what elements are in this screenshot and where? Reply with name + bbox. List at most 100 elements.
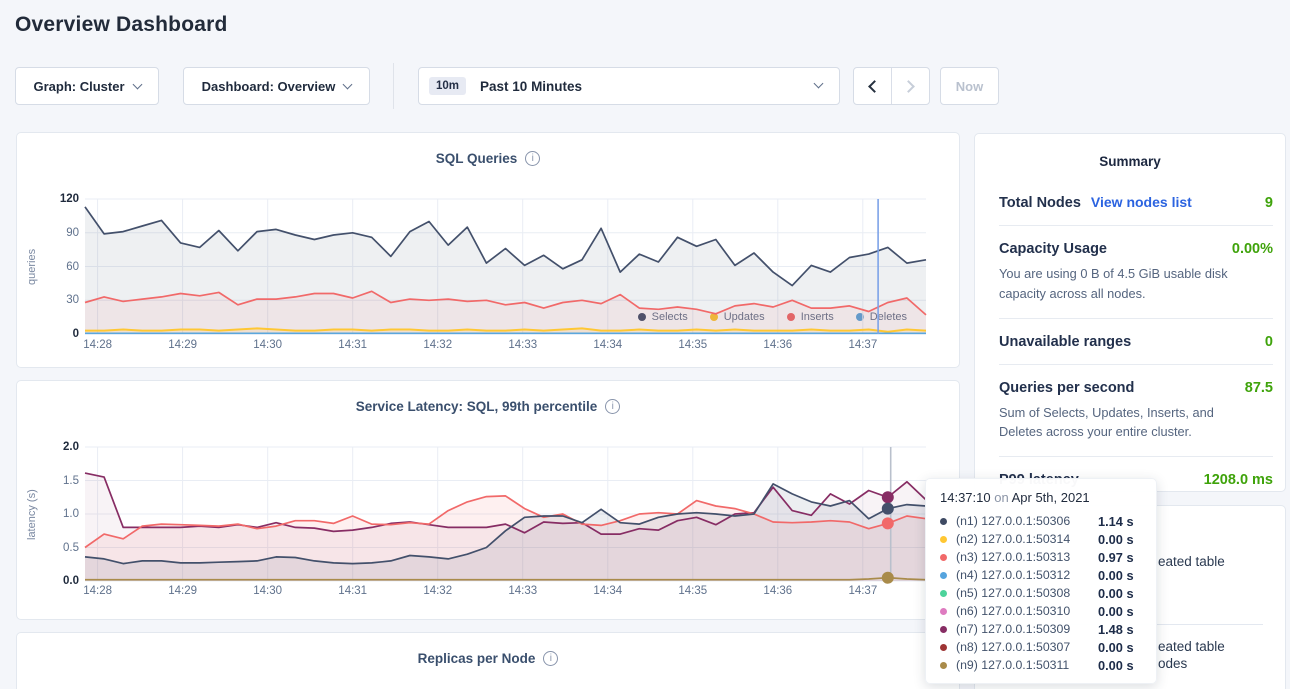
summary-description: You are using 0 B of 4.5 GiB usable disk… xyxy=(999,264,1273,304)
summary-value: 87.5 xyxy=(1245,380,1273,396)
y-tick-label: 0 xyxy=(73,328,79,340)
overview-dashboard-page: Overview Dashboard Graph: Cluster Dashbo… xyxy=(0,0,1290,689)
x-tick-label: 14:36 xyxy=(763,585,792,597)
tooltip-node-label: (n7) 127.0.0.1:50309 xyxy=(956,622,1070,636)
summary-value: 9 xyxy=(1265,195,1273,211)
summary-label: Queries per second xyxy=(999,380,1134,396)
event-text-fragment: odes xyxy=(1158,656,1187,671)
tooltip-row: (n6) 127.0.0.1:50310 0.00 s xyxy=(940,602,1144,620)
y-tick-label: 1.5 xyxy=(63,475,79,487)
tooltip-row: (n7) 127.0.0.1:503091.48 s xyxy=(940,620,1144,638)
replicas-per-node-card: Replicas per Node i xyxy=(16,632,960,689)
node-color-dot-icon xyxy=(940,626,947,633)
page-title: Overview Dashboard xyxy=(15,13,228,37)
chevron-down-icon xyxy=(343,80,353,90)
tooltip-node-value: 0.00 s xyxy=(1098,568,1134,583)
time-range-dropdown[interactable]: 10m Past 10 Minutes xyxy=(418,67,840,105)
time-step-button-group xyxy=(853,67,930,105)
tooltip-row: (n1) 127.0.0.1:503061.14 s xyxy=(940,512,1144,530)
node-color-dot-icon xyxy=(940,536,947,543)
y-tick-label: 90 xyxy=(66,227,79,239)
x-tick-label: 14:31 xyxy=(338,585,367,597)
tooltip-node-label: (n2) 127.0.0.1:50314 xyxy=(956,532,1070,546)
node-color-dot-icon xyxy=(940,608,947,615)
tooltip-node-label: (n6) 127.0.0.1:50310 xyxy=(956,604,1070,618)
sql-queries-title: SQL Queries xyxy=(436,151,518,166)
dashboard-selector-dropdown[interactable]: Dashboard: Overview xyxy=(183,67,370,105)
x-tick-label: 14:36 xyxy=(763,339,792,351)
x-tick-label: 14:29 xyxy=(168,585,197,597)
chevron-right-icon xyxy=(902,80,915,93)
tooltip-node-value: 0.00 s xyxy=(1098,532,1134,547)
toolbar-divider xyxy=(393,63,394,109)
tooltip-node-label: (n1) 127.0.0.1:50306 xyxy=(956,514,1070,528)
time-prev-button[interactable] xyxy=(854,68,891,104)
chevron-down-icon xyxy=(814,79,824,89)
info-icon[interactable]: i xyxy=(543,651,558,666)
sql-queries-chart[interactable] xyxy=(85,199,926,334)
tooltip-row: (n9) 127.0.0.1:503110.00 s xyxy=(940,656,1144,674)
x-tick-label: 14:35 xyxy=(678,585,707,597)
dashboard-selector-label: Dashboard: Overview xyxy=(202,79,336,94)
x-tick-label: 14:37 xyxy=(848,339,877,351)
graph-selector-label: Graph: Cluster xyxy=(33,79,124,94)
tooltip-node-label: (n9) 127.0.0.1:50311 xyxy=(956,658,1069,672)
tooltip-row: (n3) 127.0.0.1:503130.97 s xyxy=(940,548,1144,566)
y-tick-label: 0.5 xyxy=(63,542,79,554)
y-tick-label: 60 xyxy=(66,261,79,273)
x-tick-label: 14:32 xyxy=(423,339,452,351)
y-axis-tick-labels: 0306090120 xyxy=(35,199,79,334)
summary-panel: Summary Total Nodes View nodes list 9 Ca… xyxy=(974,133,1286,492)
tooltip-node-value: 0.97 s xyxy=(1098,550,1134,565)
info-icon[interactable]: i xyxy=(605,399,620,414)
view-nodes-list-link[interactable]: View nodes list xyxy=(1091,194,1192,210)
summary-label: Total Nodes xyxy=(999,195,1081,211)
y-tick-label: 120 xyxy=(60,193,79,205)
summary-row-queries-per-second: Queries per second 87.5 Sum of Selects, … xyxy=(999,365,1273,458)
now-button-disabled[interactable]: Now xyxy=(940,67,999,105)
summary-label: Unavailable ranges xyxy=(999,334,1131,350)
tooltip-node-value: 0.00 s xyxy=(1098,640,1134,655)
chart-hover-tooltip: 14:37:10 on Apr 5th, 2021 (n1) 127.0.0.1… xyxy=(925,478,1157,684)
summary-title: Summary xyxy=(975,134,1285,169)
node-color-dot-icon xyxy=(940,518,947,525)
x-tick-label: 14:30 xyxy=(253,339,282,351)
node-color-dot-icon xyxy=(940,644,947,651)
y-tick-label: 2.0 xyxy=(63,441,79,453)
node-color-dot-icon xyxy=(940,590,947,597)
graph-selector-dropdown[interactable]: Graph: Cluster xyxy=(15,67,159,105)
tooltip-node-label: (n8) 127.0.0.1:50307 xyxy=(956,640,1070,654)
summary-value: 1208.0 ms xyxy=(1204,472,1273,488)
y-tick-label: 1.0 xyxy=(63,508,79,520)
summary-value: 0 xyxy=(1265,334,1273,350)
service-latency-chart[interactable] xyxy=(85,447,926,581)
node-color-dot-icon xyxy=(940,554,947,561)
replicas-per-node-title: Replicas per Node xyxy=(418,651,536,666)
summary-row-capacity-usage: Capacity Usage 0.00% You are using 0 B o… xyxy=(999,226,1273,319)
x-tick-label: 14:35 xyxy=(678,339,707,351)
x-axis-tick-labels: 14:2814:2914:3014:3114:3214:3314:3414:35… xyxy=(85,585,926,599)
tooltip-node-rows: (n1) 127.0.0.1:503061.14 s(n2) 127.0.0.1… xyxy=(940,512,1144,674)
y-axis-tick-labels: 0.00.51.01.52.0 xyxy=(35,447,79,581)
summary-label: Capacity Usage xyxy=(999,241,1107,257)
sql-queries-card: SQL Queries i SelectsUpdatesInsertsDelet… xyxy=(16,132,960,368)
summary-row-total-nodes: Total Nodes View nodes list 9 xyxy=(999,179,1273,226)
x-tick-label: 14:33 xyxy=(508,585,537,597)
info-icon[interactable]: i xyxy=(525,151,540,166)
chevron-down-icon xyxy=(132,80,142,90)
tooltip-row: (n4) 127.0.0.1:503120.00 s xyxy=(940,566,1144,584)
event-text-fragment: eated table xyxy=(1158,639,1225,654)
tooltip-node-value: 0.00 s xyxy=(1098,604,1134,619)
service-latency-title: Service Latency: SQL, 99th percentile xyxy=(356,399,598,414)
summary-value: 0.00% xyxy=(1232,241,1273,257)
x-tick-label: 14:32 xyxy=(423,585,452,597)
tooltip-timestamp: 14:37:10 on Apr 5th, 2021 xyxy=(940,490,1144,505)
tooltip-row: (n5) 127.0.0.1:50308 0.00 s xyxy=(940,584,1144,602)
tooltip-node-label: (n5) 127.0.0.1:50308 xyxy=(956,586,1070,600)
service-latency-card: Service Latency: SQL, 99th percentile i … xyxy=(16,380,960,620)
chevron-left-icon xyxy=(868,80,881,93)
time-next-button-disabled[interactable] xyxy=(891,68,929,104)
tooltip-row: (n2) 127.0.0.1:50314 0.00 s xyxy=(940,530,1144,548)
tooltip-node-value: 0.00 s xyxy=(1098,586,1134,601)
x-tick-label: 14:28 xyxy=(83,585,112,597)
